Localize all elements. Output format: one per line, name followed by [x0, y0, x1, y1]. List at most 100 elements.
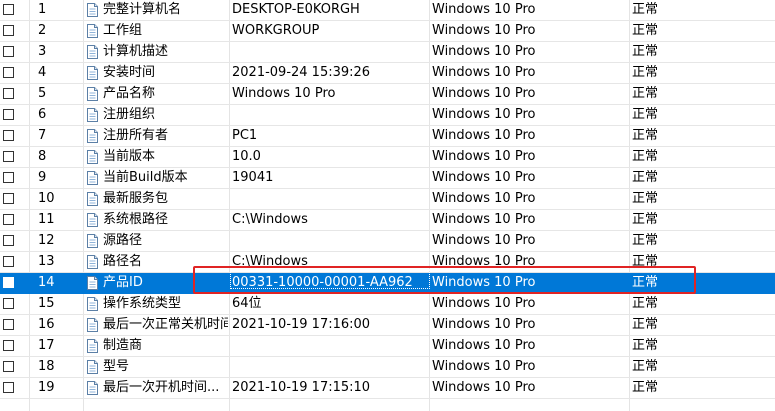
checkbox-icon[interactable] [3, 256, 14, 267]
property-value: 10.0 [232, 149, 261, 164]
os-name: Windows 10 Pro [432, 338, 536, 353]
property-name: 源路径 [103, 233, 143, 248]
status-text: 正常 [632, 212, 659, 227]
property-value: C:\Windows [232, 254, 308, 269]
property-value [232, 105, 428, 125]
checkbox-icon[interactable] [3, 109, 14, 120]
property-name: 注册所有者 [103, 128, 169, 143]
table-row[interactable]: 13 路径名 C:\Windows Windows 10 Pro 正常 [0, 252, 775, 273]
document-icon [87, 318, 98, 332]
document-icon [87, 150, 98, 164]
table-row[interactable]: 12 源路径 Windows 10 Pro 正常 [0, 231, 775, 252]
row-index: 10 [38, 191, 55, 206]
row-index: 5 [38, 86, 47, 101]
table-row[interactable]: 6 注册组织 Windows 10 Pro 正常 [0, 105, 775, 126]
checkbox-icon[interactable] [3, 67, 14, 78]
table-row[interactable]: 18 型号 Windows 10 Pro 正常 [0, 357, 775, 378]
row-index: 11 [38, 212, 55, 227]
table-row[interactable]: 19 最后一次开机时间... 2021-10-19 17:15:10 Windo… [0, 378, 775, 399]
document-icon [87, 381, 98, 395]
property-name: 系统根路径 [103, 212, 169, 227]
property-value: 00331-10000-00001-AA962 [232, 275, 413, 290]
row-index: 13 [38, 254, 55, 269]
document-icon [87, 87, 98, 101]
os-name: Windows 10 Pro [432, 233, 536, 248]
status-text: 正常 [632, 191, 659, 206]
property-name: 路径名 [103, 254, 143, 269]
table-row[interactable]: 1 完整计算机名 DESKTOP-E0KORGH Windows 10 Pro … [0, 0, 775, 21]
status-text: 正常 [632, 2, 659, 17]
document-icon [87, 24, 98, 38]
checkbox-icon[interactable] [3, 361, 14, 372]
document-icon [87, 3, 98, 17]
document-icon [87, 213, 98, 227]
property-name: 产品ID [103, 275, 143, 290]
document-icon [87, 192, 98, 206]
row-index: 16 [38, 317, 55, 332]
document-icon [87, 45, 98, 59]
property-value [232, 189, 428, 209]
checkbox-icon[interactable] [3, 298, 14, 309]
table-row[interactable]: 16 最后一次正常关机时间 2021-10-19 17:16:00 Window… [0, 315, 775, 336]
checkbox-icon[interactable] [3, 25, 14, 36]
table-row[interactable]: 11 系统根路径 C:\Windows Windows 10 Pro 正常 [0, 210, 775, 231]
table-row[interactable]: 3 计算机描述 Windows 10 Pro 正常 [0, 42, 775, 63]
document-icon [87, 171, 98, 185]
row-index: 4 [38, 65, 47, 80]
property-value [232, 42, 428, 62]
row-index: 1 [38, 2, 47, 17]
checkbox-icon[interactable] [3, 130, 14, 141]
os-name: Windows 10 Pro [432, 191, 536, 206]
property-value [232, 336, 428, 356]
property-value: PC1 [232, 128, 258, 143]
checkbox-icon[interactable] [3, 340, 14, 351]
checkbox-icon[interactable] [3, 46, 14, 57]
table-row[interactable]: 4 安装时间 2021-09-24 15:39:26 Windows 10 Pr… [0, 63, 775, 84]
status-text: 正常 [632, 359, 659, 374]
row-index: 12 [38, 233, 55, 248]
status-text: 正常 [632, 65, 659, 80]
checkbox-icon[interactable] [3, 172, 14, 183]
table-row[interactable]: 17 制造商 Windows 10 Pro 正常 [0, 336, 775, 357]
row-index: 6 [38, 107, 47, 122]
table-row[interactable]: 9 当前Build版本 19041 Windows 10 Pro 正常 [0, 168, 775, 189]
checkbox-icon[interactable] [3, 277, 14, 288]
properties-list: 1 完整计算机名 DESKTOP-E0KORGH Windows 10 Pro … [0, 0, 775, 411]
property-name: 完整计算机名 [103, 2, 182, 17]
row-index: 15 [38, 296, 55, 311]
status-text: 正常 [632, 128, 659, 143]
checkbox-icon[interactable] [3, 214, 14, 225]
property-value: 19041 [232, 170, 274, 185]
table-row[interactable]: 10 最新服务包 Windows 10 Pro 正常 [0, 189, 775, 210]
checkbox-icon[interactable] [3, 88, 14, 99]
checkbox-icon[interactable] [3, 382, 14, 393]
checkbox-icon[interactable] [3, 193, 14, 204]
table-row[interactable]: 5 产品名称 Windows 10 Pro Windows 10 Pro 正常 [0, 84, 775, 105]
table-row[interactable]: 15 操作系统类型 64位 Windows 10 Pro 正常 [0, 294, 775, 315]
table-row[interactable]: 2 工作组 WORKGROUP Windows 10 Pro 正常 [0, 21, 775, 42]
os-name: Windows 10 Pro [432, 65, 536, 80]
table-row[interactable]: 8 当前版本 10.0 Windows 10 Pro 正常 [0, 147, 775, 168]
property-name: 当前版本 [103, 149, 156, 164]
table-row[interactable]: 7 注册所有者 PC1 Windows 10 Pro 正常 [0, 126, 775, 147]
property-value: 2021-10-19 17:15:10 [232, 380, 371, 395]
status-text: 正常 [632, 296, 659, 311]
document-icon [87, 255, 98, 269]
status-text: 正常 [632, 338, 659, 353]
property-name: 制造商 [103, 338, 143, 353]
document-icon [87, 129, 98, 143]
checkbox-icon[interactable] [3, 4, 14, 15]
property-value: 2021-10-19 17:16:00 [232, 317, 371, 332]
checkbox-icon[interactable] [3, 319, 14, 330]
status-text: 正常 [632, 86, 659, 101]
property-name: 工作组 [103, 23, 143, 38]
checkbox-icon[interactable] [3, 235, 14, 246]
property-value: WORKGROUP [232, 23, 320, 38]
table-row[interactable]: 14 产品ID 00331-10000-00001-AA962 Windows … [0, 273, 775, 294]
property-name: 最后一次正常关机时间 [103, 317, 228, 332]
property-name: 计算机描述 [103, 44, 169, 59]
status-text: 正常 [632, 380, 659, 395]
status-text: 正常 [632, 233, 659, 248]
checkbox-icon[interactable] [3, 151, 14, 162]
row-index: 17 [38, 338, 55, 353]
